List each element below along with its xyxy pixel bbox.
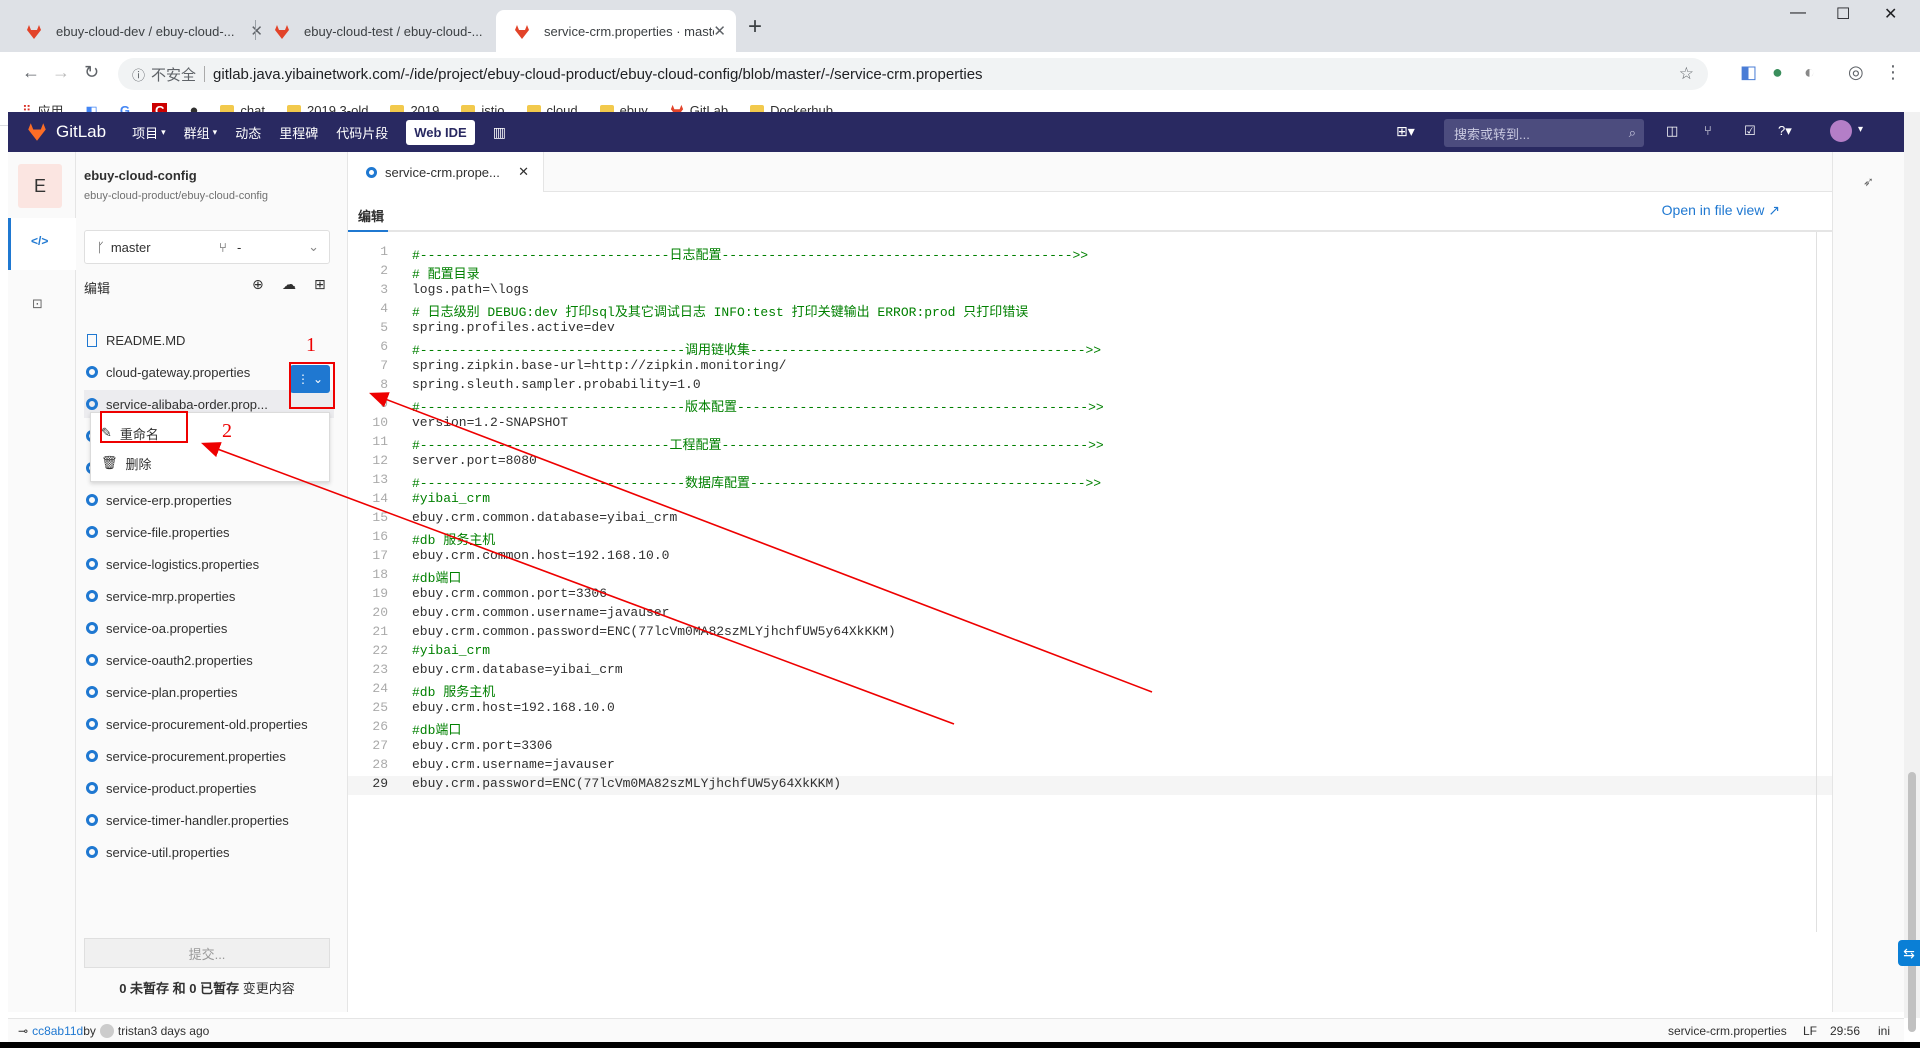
annotation-arrow-2 [201, 442, 955, 725]
annotation-arrows [201, 392, 1153, 725]
annotation-arrow-1 [369, 392, 1153, 693]
